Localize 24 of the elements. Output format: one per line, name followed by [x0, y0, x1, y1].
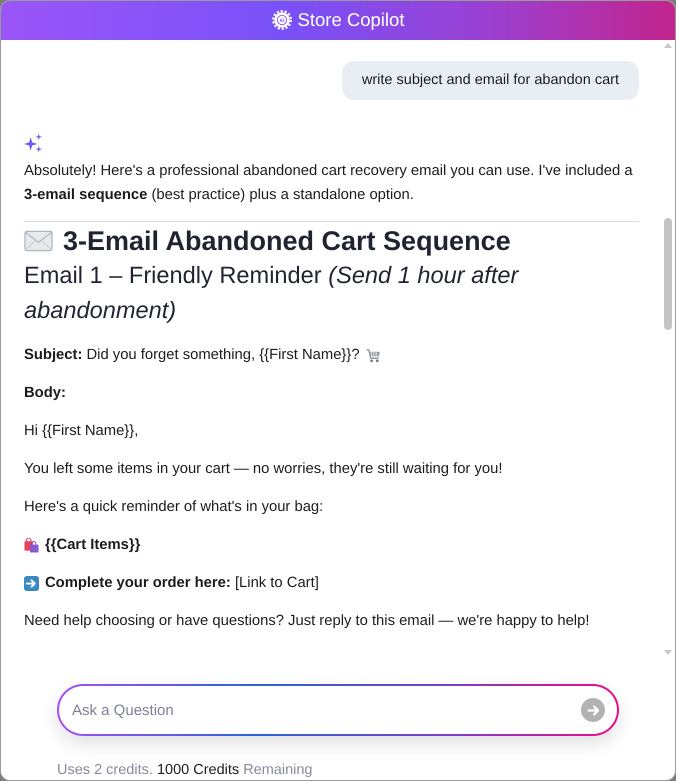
order-link-line: Complete your order here: [Link to Cart] — [45, 574, 319, 593]
message-paragraph: You left some items in your cart — no worries, they're still waiting for you! — [24, 460, 504, 479]
scroll-up-icon[interactable] — [664, 43, 672, 48]
arrow-right-icon — [586, 704, 600, 716]
message-paragraph: Absolutely! Here's a professional abandoned cart recovery email you can use. I've included a 3-email sequence (best practice) plus a standalone option. — [24, 162, 634, 205]
shopping-bags-icon — [24, 538, 39, 552]
subject-line: Subject: Did you forget something, {{First Name}}? — [24, 346, 360, 365]
cart-icon — [366, 348, 381, 362]
arrow-right-icon — [24, 576, 39, 590]
cart-items-text: {{Cart Items}} — [45, 536, 140, 555]
user-message: write subject and email for abandon cart — [342, 61, 639, 100]
body-label: Body: — [24, 384, 67, 403]
message-paragraph: Hi {{First Name}}, — [24, 422, 140, 441]
scroll-down-icon[interactable] — [664, 650, 672, 655]
message-paragraph: Here's a quick reminder of what's in your bag: — [24, 498, 324, 517]
question-input[interactable]: Ask a Question — [57, 684, 619, 736]
credits-note: Uses 2 credits. 1000 Credits Remaining — [57, 761, 314, 780]
email-heading: Email 1 – Friendly Reminder (Send 1 hour after abandonment) — [24, 262, 520, 326]
message-paragraph: Need help choosing or have questions? Just reply to this email — we're happy to help! — [24, 612, 590, 631]
section-heading: 3-Email Abandoned Cart Sequence — [63, 225, 511, 258]
envelope-icon — [24, 230, 53, 252]
sparkle-icon — [24, 133, 43, 153]
app-title: Store Copilot — [298, 9, 404, 31]
scrollbar-thumb[interactable] — [664, 218, 672, 330]
